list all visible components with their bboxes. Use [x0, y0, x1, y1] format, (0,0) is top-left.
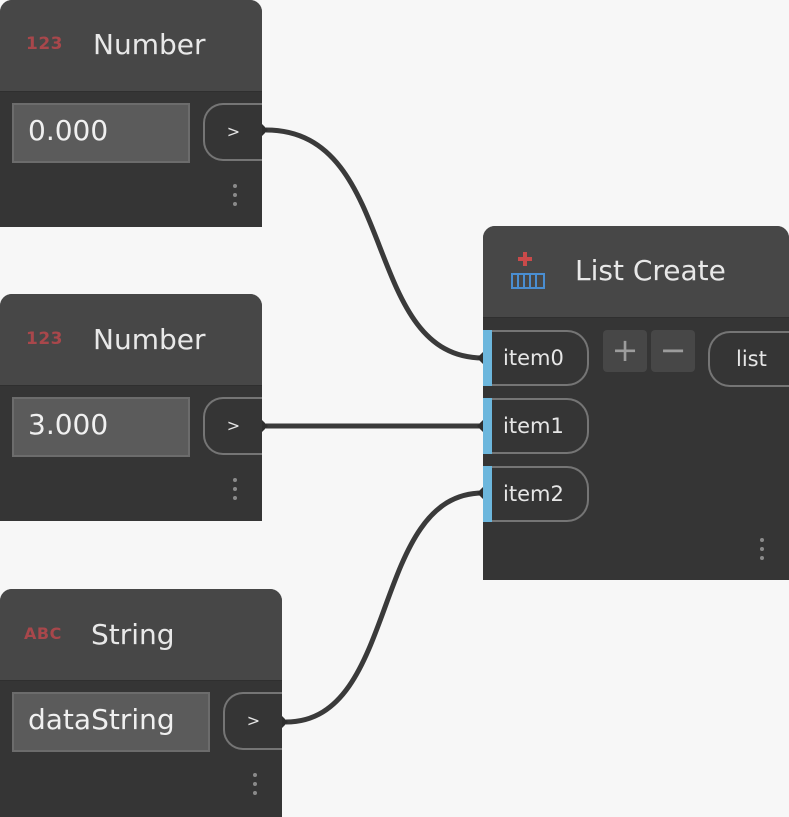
output-port[interactable]: >: [203, 397, 262, 455]
remove-input-button[interactable]: −: [651, 330, 695, 372]
string-node[interactable]: ABC String dataString >: [0, 589, 282, 817]
number-type-icon: 123: [26, 329, 63, 349]
wire-number1-item0[interactable]: [265, 127, 484, 361]
input-port-item1[interactable]: item1: [483, 398, 589, 454]
output-port[interactable]: >: [203, 103, 262, 161]
node-menu-icon[interactable]: [233, 184, 237, 211]
number-node-2[interactable]: 123 Number 3.000 >: [0, 294, 262, 521]
node-menu-icon[interactable]: [233, 478, 237, 505]
node-menu-icon[interactable]: [253, 773, 257, 800]
node-header[interactable]: ABC String: [0, 589, 282, 681]
number-value-input[interactable]: 0.000: [12, 103, 190, 163]
node-title: String: [91, 618, 175, 651]
list-create-node[interactable]: List Create item0 item1 item2 + − list: [483, 226, 789, 580]
input-port-label: item1: [503, 414, 564, 438]
string-value-input[interactable]: dataString: [12, 692, 210, 752]
wire-string-item2[interactable]: [285, 490, 484, 725]
node-header[interactable]: List Create: [483, 226, 789, 318]
output-port[interactable]: >: [223, 692, 282, 750]
input-port-label: item2: [503, 482, 564, 506]
add-input-button[interactable]: +: [603, 330, 647, 372]
node-header[interactable]: 123 Number: [0, 294, 262, 386]
input-port-label: item0: [503, 346, 564, 370]
node-title: List Create: [575, 254, 726, 287]
node-title: Number: [93, 28, 206, 61]
input-port-item2[interactable]: item2: [483, 466, 589, 522]
node-title: Number: [93, 323, 206, 356]
string-type-icon: ABC: [24, 624, 62, 643]
input-port-item0[interactable]: item0: [483, 330, 589, 386]
node-menu-icon[interactable]: [760, 538, 764, 565]
output-port-list[interactable]: list: [708, 331, 789, 387]
node-header[interactable]: 123 Number: [0, 0, 262, 92]
number-type-icon: 123: [26, 34, 63, 54]
number-value-input[interactable]: 3.000: [12, 397, 190, 457]
list-create-icon: [510, 250, 546, 292]
number-node-1[interactable]: 123 Number 0.000 >: [0, 0, 262, 227]
